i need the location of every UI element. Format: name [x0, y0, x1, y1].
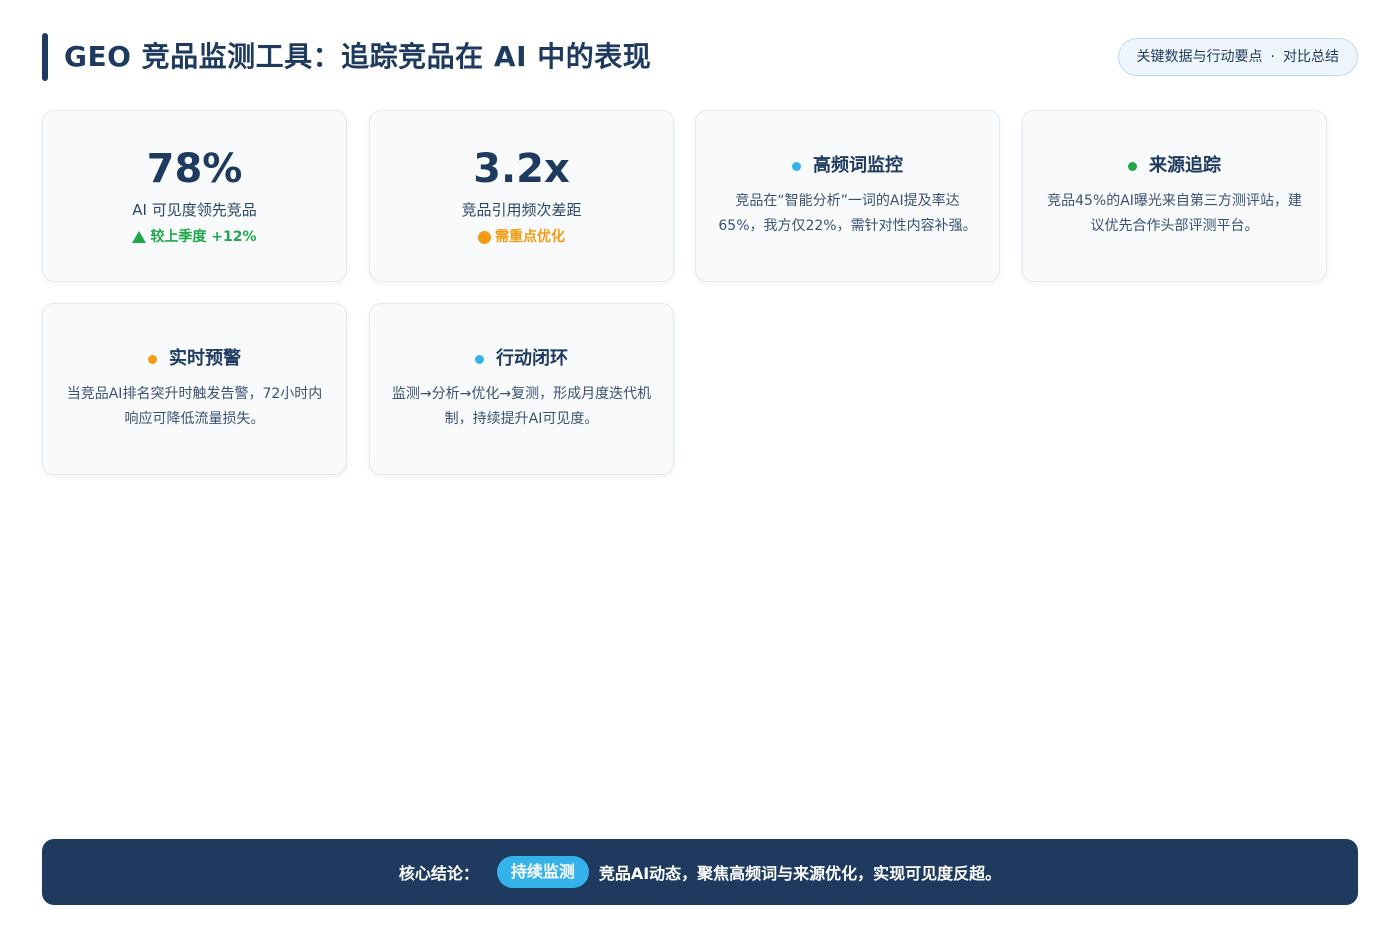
- page-title: GEO 竞品监测工具：追踪竞品在 AI 中的表现: [64, 40, 652, 73]
- feature-title-text: 高频词监控: [813, 155, 903, 176]
- feature-card-realtime-alert: 实时预警 当竞品AI排名突升时触发告警，72小时内响应可降低流量损失。: [42, 303, 347, 475]
- feature-card-keyword-monitor: 高频词监控 竞品在“智能分析”一词的AI提及率达65%，我方仅22%，需针对性内…: [695, 110, 1000, 282]
- stat-label: 竞品引用频次差距: [461, 201, 582, 219]
- conclusion-banner: 核心结论： 持续监测 竞品AI动态，聚焦高频词与来源优化，实现可见度反超。: [42, 839, 1358, 905]
- feature-desc: 监测→分析→优化→复测，形成月度迭代机制，持续提升AI可见度。: [391, 386, 652, 427]
- feature-title: 来源追踪: [1128, 153, 1221, 179]
- summary-pill-separator: ·: [1270, 49, 1275, 65]
- feature-title: 高频词监控: [792, 153, 903, 179]
- stat-trend: 较上季度 +12%: [132, 227, 257, 247]
- feature-title-text: 实时预警: [169, 348, 241, 369]
- stat-trend-text: 需重点优化: [495, 229, 565, 245]
- feature-desc: 当竞品AI排名突升时触发告警，72小时内响应可降低流量损失。: [66, 386, 323, 427]
- trend-up-icon: [132, 231, 147, 243]
- feature-title: 实时预警: [148, 346, 241, 372]
- stat-card-visibility: 78% AI 可见度领先竞品 较上季度 +12%: [42, 110, 347, 282]
- stat-card-citation-gap: 3.2x 竞品引用频次差距 需重点优化: [369, 110, 674, 282]
- feature-title: 行动闭环: [475, 346, 568, 372]
- header: GEO 竞品监测工具：追踪竞品在 AI 中的表现 关键数据与行动要点 · 对比总结: [42, 33, 1358, 81]
- feature-card-action-loop: 行动闭环 监测→分析→优化→复测，形成月度迭代机制，持续提升AI可见度。: [369, 303, 674, 475]
- conclusion-label: 核心结论：: [398, 864, 479, 883]
- feature-title-text: 行动闭环: [496, 348, 568, 369]
- feature-title-text: 来源追踪: [1149, 155, 1221, 176]
- title-accent-bar: [42, 33, 48, 81]
- conclusion-text: 竞品AI动态，聚焦高频词与来源优化，实现可见度反超。: [598, 864, 1002, 883]
- summary-pill: 关键数据与行动要点 · 对比总结: [1117, 38, 1358, 76]
- stat-value: 3.2x: [473, 146, 570, 192]
- feature-card-source-tracking: 来源追踪 竞品45%的AI曝光来自第三方测评站，建议优先合作头部评测平台。: [1022, 110, 1327, 282]
- bullet-dot-icon: [1128, 161, 1137, 171]
- stat-trend-text: 较上季度 +12%: [150, 229, 257, 245]
- warning-dot-icon: [478, 230, 491, 244]
- feature-desc: 竞品在“智能分析”一词的AI提及率达65%，我方仅22%，需针对性内容补强。: [718, 193, 977, 234]
- stat-value: 78%: [146, 146, 243, 192]
- summary-pill-left: 关键数据与行动要点: [1136, 49, 1263, 65]
- stat-trend: 需重点优化: [478, 227, 565, 247]
- bullet-dot-icon: [148, 354, 157, 364]
- bullet-dot-icon: [475, 354, 484, 364]
- feature-desc: 竞品45%的AI曝光来自第三方测评站，建议优先合作头部评测平台。: [1047, 193, 1302, 234]
- summary-pill-right: 对比总结: [1283, 49, 1339, 65]
- conclusion-tag: 持续监测: [496, 856, 589, 888]
- bullet-dot-icon: [792, 161, 801, 171]
- stat-label: AI 可见度领先竞品: [132, 201, 257, 219]
